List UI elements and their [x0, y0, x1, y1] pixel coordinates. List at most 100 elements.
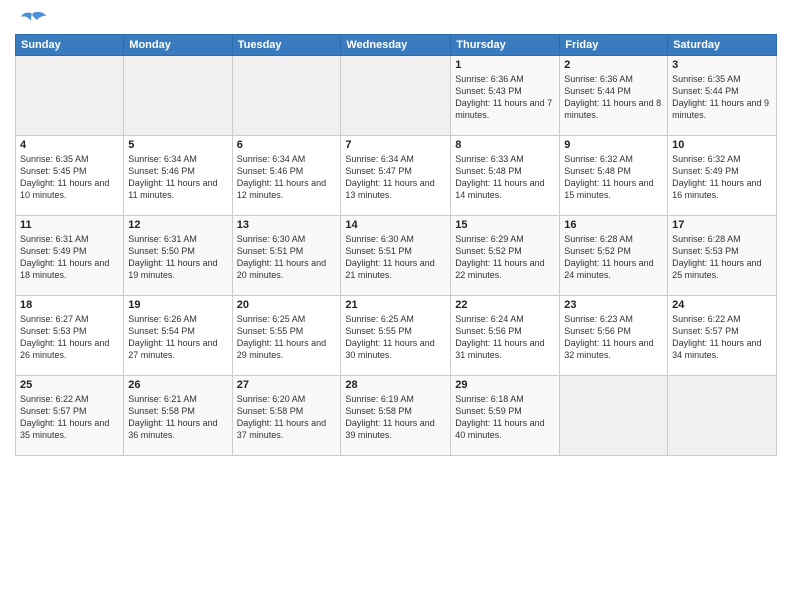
week-row-3: 18 Sunrise: 6:27 AM Sunset: 5:53 PM Dayli… [16, 296, 777, 376]
day-cell: 17 Sunrise: 6:28 AM Sunset: 5:53 PM Dayli… [668, 216, 777, 296]
day-detail: Sunrise: 6:30 AM Sunset: 5:51 PM Dayligh… [345, 233, 446, 282]
day-number: 15 [455, 219, 555, 231]
day-detail: Sunrise: 6:27 AM Sunset: 5:53 PM Dayligh… [20, 313, 119, 362]
day-cell: 10 Sunrise: 6:32 AM Sunset: 5:49 PM Dayli… [668, 136, 777, 216]
day-number: 10 [672, 139, 772, 151]
day-detail: Sunrise: 6:35 AM Sunset: 5:45 PM Dayligh… [20, 153, 119, 202]
day-cell: 14 Sunrise: 6:30 AM Sunset: 5:51 PM Dayli… [341, 216, 451, 296]
day-cell: 24 Sunrise: 6:22 AM Sunset: 5:57 PM Dayli… [668, 296, 777, 376]
calendar: SundayMondayTuesdayWednesdayThursdayFrid… [15, 34, 777, 456]
day-detail: Sunrise: 6:30 AM Sunset: 5:51 PM Dayligh… [237, 233, 337, 282]
day-cell: 6 Sunrise: 6:34 AM Sunset: 5:46 PM Daylig… [232, 136, 341, 216]
day-cell: 28Sunrise: 6:19 AM Sunset: 5:58 PM Dayli… [341, 376, 451, 456]
day-number: 21 [345, 299, 446, 311]
day-number: 2 [564, 59, 663, 71]
day-detail: Sunrise: 6:28 AM Sunset: 5:52 PM Dayligh… [564, 233, 663, 282]
day-number: 29 [455, 379, 555, 391]
day-header-monday: Monday [124, 35, 232, 56]
day-cell: 21 Sunrise: 6:25 AM Sunset: 5:55 PM Dayli… [341, 296, 451, 376]
day-number: 1 [455, 59, 555, 71]
week-row-1: 4Sunrise: 6:35 AM Sunset: 5:45 PM Daylig… [16, 136, 777, 216]
day-cell: 15Sunrise: 6:29 AM Sunset: 5:52 PM Dayli… [451, 216, 560, 296]
day-number: 22 [455, 299, 555, 311]
day-number: 9 [564, 139, 663, 151]
day-cell: 22 Sunrise: 6:24 AM Sunset: 5:56 PM Dayli… [451, 296, 560, 376]
day-detail: Sunrise: 6:23 AM Sunset: 5:56 PM Dayligh… [564, 313, 663, 362]
day-number: 17 [672, 219, 772, 231]
day-cell [668, 376, 777, 456]
day-detail: Sunrise: 6:36 AM Sunset: 5:44 PM Dayligh… [564, 73, 663, 122]
week-row-0: 1 Sunrise: 6:36 AM Sunset: 5:43 PM Daylig… [16, 56, 777, 136]
day-number: 25 [20, 379, 119, 391]
day-cell: 12 Sunrise: 6:31 AM Sunset: 5:50 PM Dayli… [124, 216, 232, 296]
day-detail: Sunrise: 6:34 AM Sunset: 5:46 PM Dayligh… [128, 153, 227, 202]
day-cell: 27Sunrise: 6:20 AM Sunset: 5:58 PM Dayli… [232, 376, 341, 456]
day-detail: Sunrise: 6:22 AM Sunset: 5:57 PM Dayligh… [20, 393, 119, 442]
day-number: 5 [128, 139, 227, 151]
day-cell: 1 Sunrise: 6:36 AM Sunset: 5:43 PM Daylig… [451, 56, 560, 136]
day-detail: Sunrise: 6:21 AM Sunset: 5:58 PM Dayligh… [128, 393, 227, 442]
day-header-sunday: Sunday [16, 35, 124, 56]
logo [15, 10, 47, 28]
day-number: 24 [672, 299, 772, 311]
day-cell [124, 56, 232, 136]
day-cell [341, 56, 451, 136]
day-number: 18 [20, 299, 119, 311]
day-number: 14 [345, 219, 446, 231]
day-cell: 16 Sunrise: 6:28 AM Sunset: 5:52 PM Dayli… [560, 216, 668, 296]
day-detail: Sunrise: 6:18 AM Sunset: 5:59 PM Dayligh… [455, 393, 555, 442]
day-cell: 4Sunrise: 6:35 AM Sunset: 5:45 PM Daylig… [16, 136, 124, 216]
day-cell: 5 Sunrise: 6:34 AM Sunset: 5:46 PM Daylig… [124, 136, 232, 216]
day-cell: 29 Sunrise: 6:18 AM Sunset: 5:59 PM Dayli… [451, 376, 560, 456]
day-number: 11 [20, 219, 119, 231]
page: SundayMondayTuesdayWednesdayThursdayFrid… [0, 0, 792, 612]
logo-bird-icon [17, 10, 47, 32]
day-detail: Sunrise: 6:33 AM Sunset: 5:48 PM Dayligh… [455, 153, 555, 202]
day-number: 13 [237, 219, 337, 231]
day-cell: 3 Sunrise: 6:35 AM Sunset: 5:44 PM Daylig… [668, 56, 777, 136]
day-header-wednesday: Wednesday [341, 35, 451, 56]
day-detail: Sunrise: 6:32 AM Sunset: 5:49 PM Dayligh… [672, 153, 772, 202]
day-header-tuesday: Tuesday [232, 35, 341, 56]
day-detail: Sunrise: 6:24 AM Sunset: 5:56 PM Dayligh… [455, 313, 555, 362]
day-number: 12 [128, 219, 227, 231]
day-cell [16, 56, 124, 136]
day-header-thursday: Thursday [451, 35, 560, 56]
day-detail: Sunrise: 6:25 AM Sunset: 5:55 PM Dayligh… [237, 313, 337, 362]
day-cell [560, 376, 668, 456]
day-cell: 11 Sunrise: 6:31 AM Sunset: 5:49 PM Dayli… [16, 216, 124, 296]
day-cell [232, 56, 341, 136]
day-number: 16 [564, 219, 663, 231]
day-cell: 7 Sunrise: 6:34 AM Sunset: 5:47 PM Daylig… [341, 136, 451, 216]
day-detail: Sunrise: 6:25 AM Sunset: 5:55 PM Dayligh… [345, 313, 446, 362]
day-cell: 20Sunrise: 6:25 AM Sunset: 5:55 PM Dayli… [232, 296, 341, 376]
day-detail: Sunrise: 6:26 AM Sunset: 5:54 PM Dayligh… [128, 313, 227, 362]
day-detail: Sunrise: 6:31 AM Sunset: 5:50 PM Dayligh… [128, 233, 227, 282]
day-cell: 19 Sunrise: 6:26 AM Sunset: 5:54 PM Dayli… [124, 296, 232, 376]
day-header-friday: Friday [560, 35, 668, 56]
calendar-body: 1 Sunrise: 6:36 AM Sunset: 5:43 PM Daylig… [16, 56, 777, 456]
day-detail: Sunrise: 6:36 AM Sunset: 5:43 PM Dayligh… [455, 73, 555, 122]
day-detail: Sunrise: 6:28 AM Sunset: 5:53 PM Dayligh… [672, 233, 772, 282]
day-number: 19 [128, 299, 227, 311]
day-number: 26 [128, 379, 227, 391]
day-cell: 8 Sunrise: 6:33 AM Sunset: 5:48 PM Daylig… [451, 136, 560, 216]
day-cell: 26 Sunrise: 6:21 AM Sunset: 5:58 PM Dayli… [124, 376, 232, 456]
day-detail: Sunrise: 6:31 AM Sunset: 5:49 PM Dayligh… [20, 233, 119, 282]
week-row-2: 11 Sunrise: 6:31 AM Sunset: 5:49 PM Dayli… [16, 216, 777, 296]
day-cell: 23 Sunrise: 6:23 AM Sunset: 5:56 PM Dayli… [560, 296, 668, 376]
day-detail: Sunrise: 6:22 AM Sunset: 5:57 PM Dayligh… [672, 313, 772, 362]
day-number: 27 [237, 379, 337, 391]
day-number: 8 [455, 139, 555, 151]
day-cell: 13 Sunrise: 6:30 AM Sunset: 5:51 PM Dayli… [232, 216, 341, 296]
day-number: 23 [564, 299, 663, 311]
week-row-4: 25 Sunrise: 6:22 AM Sunset: 5:57 PM Dayli… [16, 376, 777, 456]
day-number: 6 [237, 139, 337, 151]
day-cell: 9Sunrise: 6:32 AM Sunset: 5:48 PM Daylig… [560, 136, 668, 216]
day-detail: Sunrise: 6:34 AM Sunset: 5:47 PM Dayligh… [345, 153, 446, 202]
day-cell: 18 Sunrise: 6:27 AM Sunset: 5:53 PM Dayli… [16, 296, 124, 376]
day-detail: Sunrise: 6:34 AM Sunset: 5:46 PM Dayligh… [237, 153, 337, 202]
day-number: 7 [345, 139, 446, 151]
day-detail: Sunrise: 6:35 AM Sunset: 5:44 PM Dayligh… [672, 73, 772, 122]
day-number: 3 [672, 59, 772, 71]
